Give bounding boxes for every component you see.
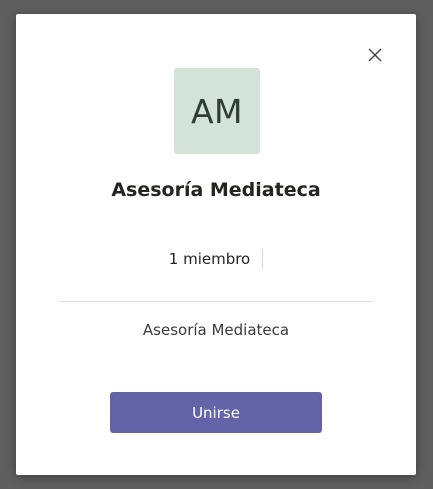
- join-button-label: Unirse: [192, 403, 240, 422]
- separator: [60, 301, 372, 302]
- team-description: Asesoría Mediateca: [142, 321, 290, 339]
- member-count[interactable]: 1 miembro: [169, 250, 250, 268]
- join-button[interactable]: Unirse: [110, 392, 322, 433]
- close-button[interactable]: [366, 46, 384, 64]
- team-preview-dialog: AM Asesoría Mediateca 1 miembro Asesoría…: [16, 14, 416, 475]
- team-avatar: AM: [174, 68, 260, 154]
- members-divider: [262, 249, 264, 269]
- avatar-initials: AM: [190, 91, 244, 131]
- close-icon: [368, 48, 382, 62]
- members-row: 1 miembro: [16, 249, 416, 269]
- team-name: Asesoría Mediateca: [111, 179, 321, 201]
